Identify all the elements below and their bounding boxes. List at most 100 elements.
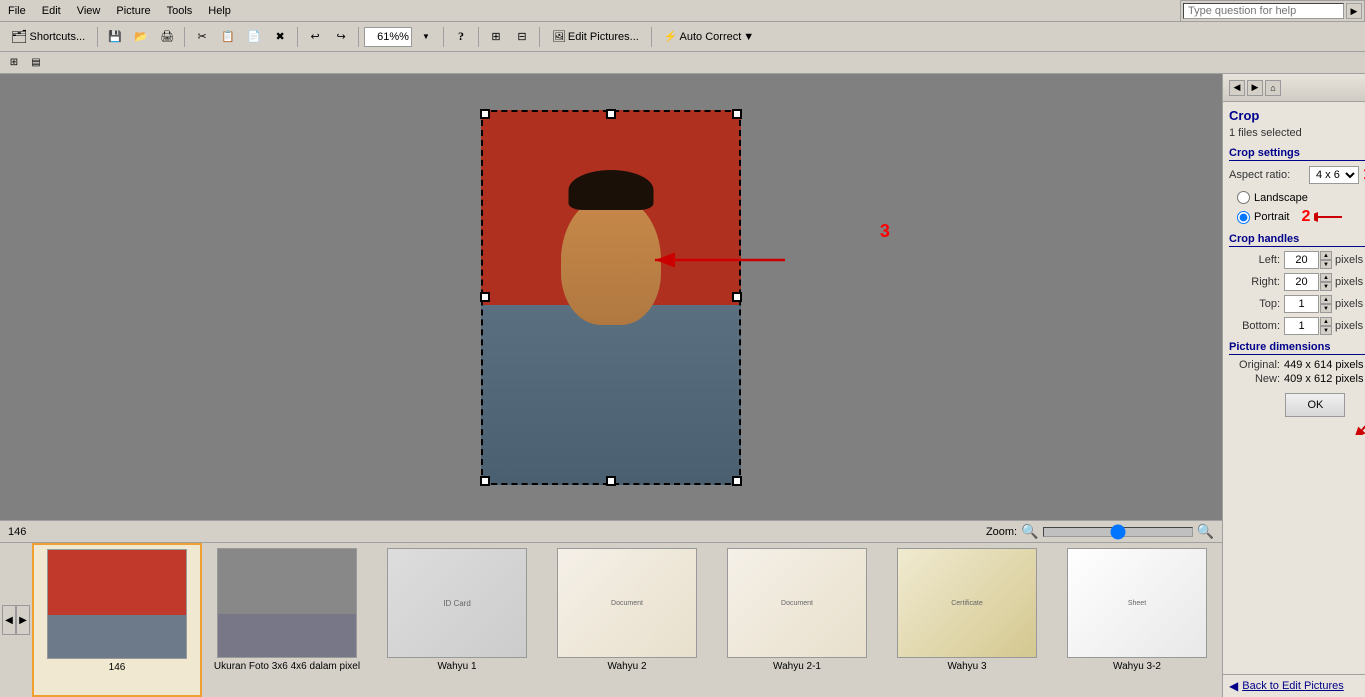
menu-view[interactable]: View [69, 3, 109, 19]
zoom-in-button[interactable]: 🔍 [1197, 523, 1214, 540]
portrait-row: Portrait 2 [1229, 207, 1365, 227]
shirt-area [481, 305, 741, 485]
left-input[interactable] [1284, 251, 1319, 269]
top-input[interactable] [1284, 295, 1319, 313]
open-button[interactable]: 📂 [129, 25, 153, 49]
delete-button[interactable]: ✖ [268, 25, 292, 49]
zoom-input[interactable] [367, 31, 399, 43]
photo-background [481, 110, 741, 485]
auto-correct-icon: ⚡ [664, 30, 678, 43]
copy-button[interactable]: 📋 [216, 25, 240, 49]
thumb-item-1[interactable]: 146 [32, 543, 202, 697]
crop-handles-header: Crop handles [1229, 233, 1365, 247]
right-down-button[interactable]: ▼ [1320, 282, 1332, 291]
thumb-image-7: Sheet [1067, 548, 1207, 658]
right-input[interactable] [1284, 273, 1319, 291]
aspect-ratio-select[interactable]: 4 x 6 [1309, 166, 1359, 184]
auto-correct-button[interactable]: ⚡ Auto Correct ▼ [657, 25, 761, 49]
landscape-radio[interactable] [1237, 191, 1250, 204]
menu-tools[interactable]: Tools [159, 3, 201, 19]
toolbar-sep-2 [184, 27, 185, 47]
annotation-3: 3 [880, 221, 890, 242]
strip-prev-button[interactable]: ◀ [2, 605, 16, 635]
top-spinners: ▲ ▼ [1320, 295, 1332, 313]
crop-handle-br[interactable] [732, 476, 742, 486]
left-row: Left: ▲ ▼ pixels [1229, 251, 1365, 269]
strip-next-button[interactable]: ▶ [16, 605, 30, 635]
shortcuts-button[interactable]: 🗂 Shortcuts... [4, 25, 92, 49]
picture-dimensions-header: Picture dimensions [1229, 341, 1365, 355]
top-up-button[interactable]: ▲ [1320, 295, 1332, 304]
menu-edit[interactable]: Edit [34, 3, 69, 19]
crop-handle-bl[interactable] [480, 476, 490, 486]
left-spinners: ▲ ▼ [1320, 251, 1332, 269]
menu-picture[interactable]: Picture [108, 3, 158, 19]
bottom-down-button[interactable]: ▼ [1320, 326, 1332, 335]
thumbnail-view-button[interactable]: ⊞ [484, 25, 508, 49]
thumb-item-6[interactable]: Certificate Wahyu 3 [882, 543, 1052, 697]
thumb-label-2: Ukuran Foto 3x6 4x6 dalam pixel [214, 661, 360, 672]
right-label: Right: [1229, 276, 1284, 288]
thumbnail-strip: ◀ ▶ 146 Ukuran Foto 3x6 4x6 dalam pixel [0, 542, 1222, 697]
undo-button[interactable]: ↩ [303, 25, 327, 49]
thumb-item-4[interactable]: Document Wahyu 2 [542, 543, 712, 697]
back-link[interactable]: Back to Edit Pictures [1242, 680, 1344, 692]
bottom-row: Bottom: ▲ ▼ pixels [1229, 317, 1365, 335]
left-pixels-label: pixels [1335, 254, 1363, 266]
panel-home-button[interactable]: ⌂ [1265, 80, 1281, 96]
crop-handle-tr[interactable] [732, 109, 742, 119]
portrait-radio[interactable] [1237, 211, 1250, 224]
crop-handle-ml[interactable] [480, 292, 490, 302]
panel-forward-button[interactable]: ▶ [1247, 80, 1263, 96]
annotation-2: 2 [1301, 208, 1310, 226]
ok-area: OK 4 [1229, 393, 1365, 417]
panel-content: Crop 1 files selected Crop settings Aspe… [1223, 102, 1365, 674]
crop-handle-mr[interactable] [732, 292, 742, 302]
print-button[interactable]: 🖨 [155, 25, 179, 49]
paste-button[interactable]: 📄 [242, 25, 266, 49]
view-btn-1[interactable]: ⊞ [4, 53, 24, 73]
bottom-input[interactable] [1284, 317, 1319, 335]
toolbar-sep-5 [443, 27, 444, 47]
shortcuts-label: Shortcuts... [30, 31, 86, 43]
thumb-item-2[interactable]: Ukuran Foto 3x6 4x6 dalam pixel [202, 543, 372, 697]
zoom-out-button[interactable]: 🔍 [1021, 523, 1038, 540]
toolbar: 🗂 Shortcuts... 💾 📂 🖨 ✂ 📋 📄 ✖ ↩ ↪ % ▼ ? ⊞… [0, 22, 1365, 52]
file-count: 146 [8, 526, 26, 538]
left-down-button[interactable]: ▼ [1320, 260, 1332, 269]
edit-pictures-button[interactable]: 🖼 Edit Pictures... [545, 25, 646, 49]
thumb-item-5[interactable]: Document Wahyu 2-1 [712, 543, 882, 697]
panel-back-button[interactable]: ◀ [1229, 80, 1245, 96]
help-submit-button[interactable]: ▶ [1346, 3, 1362, 19]
crop-handle-bc[interactable] [606, 476, 616, 486]
auto-correct-dropdown-icon: ▼ [743, 31, 754, 43]
zoom-dropdown-button[interactable]: ▼ [414, 25, 438, 49]
photo-container[interactable] [481, 110, 741, 485]
menu-help[interactable]: Help [200, 3, 239, 19]
save-button[interactable]: 💾 [103, 25, 127, 49]
bottom-up-button[interactable]: ▲ [1320, 317, 1332, 326]
toolbar-sep-7 [539, 27, 540, 47]
right-row: Right: ▲ ▼ pixels [1229, 273, 1365, 291]
thumb-item-3[interactable]: ID Card Wahyu 1 [372, 543, 542, 697]
help-toolbar-button[interactable]: ? [449, 25, 473, 49]
filmstrip-view-button[interactable]: ⊟ [510, 25, 534, 49]
face-area [561, 195, 661, 325]
left-up-button[interactable]: ▲ [1320, 251, 1332, 260]
menu-file[interactable]: File [0, 3, 34, 19]
crop-handle-tl[interactable] [480, 109, 490, 119]
zoom-slider[interactable] [1043, 527, 1193, 537]
right-up-button[interactable]: ▲ [1320, 273, 1332, 282]
thumb-item-7[interactable]: Sheet Wahyu 3-2 [1052, 543, 1222, 697]
ok-button[interactable]: OK [1285, 393, 1345, 417]
redo-button[interactable]: ↪ [329, 25, 353, 49]
view-btn-2[interactable]: ▤ [26, 53, 46, 73]
cut-button[interactable]: ✂ [190, 25, 214, 49]
top-pixels-label: pixels [1335, 298, 1363, 310]
help-input[interactable] [1183, 3, 1344, 19]
thumb-image-1 [47, 549, 187, 659]
right-spinners: ▲ ▼ [1320, 273, 1332, 291]
crop-handle-tc[interactable] [606, 109, 616, 119]
help-bar: ▶ [1180, 0, 1365, 22]
top-down-button[interactable]: ▼ [1320, 304, 1332, 313]
